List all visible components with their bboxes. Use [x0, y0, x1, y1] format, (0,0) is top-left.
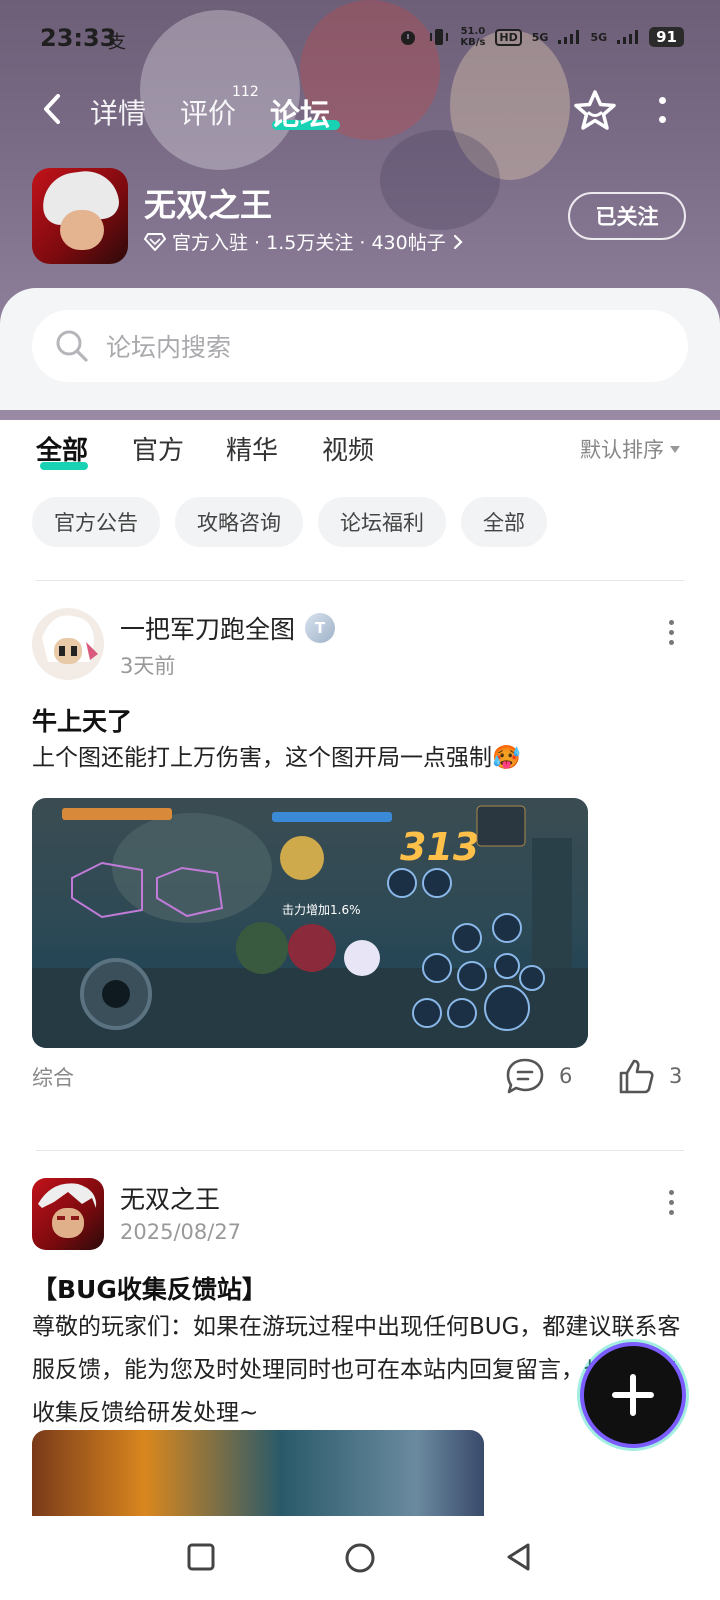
post-author[interactable]: 一把军刀跑全图 T	[120, 610, 336, 646]
caret-down-icon	[670, 445, 680, 453]
status-bar: 23:33 支 51.0 KB/s HD 5G 5G 91	[0, 22, 720, 62]
banner-art-blob	[380, 130, 500, 230]
search-icon	[56, 330, 88, 362]
post-card[interactable]: 无双之王 2025/08/27 【BUG收集反馈站】 尊敬的玩家们：如果在游玩过…	[0, 1150, 720, 1516]
like-icon	[619, 1059, 654, 1094]
post-title: 【BUG收集反馈站】	[32, 1275, 267, 1304]
post-image[interactable]	[32, 1430, 484, 1516]
user-level-badge: T	[305, 613, 336, 643]
chevron-right-icon	[453, 234, 463, 249]
search-input[interactable]: 论坛内搜索	[32, 310, 688, 382]
follow-button[interactable]: 已关注	[568, 192, 686, 240]
reviews-count-badge: 112	[232, 84, 259, 100]
new-post-button[interactable]	[580, 1342, 686, 1448]
category-chips: 官方公告 攻略咨询 论坛福利 全部	[32, 497, 547, 547]
chip-guide-questions[interactable]: 攻略咨询	[175, 497, 303, 547]
comment-count-value: 6	[559, 1064, 573, 1088]
post-more-icon[interactable]	[666, 620, 676, 650]
game-title: 无双之王	[144, 186, 273, 224]
tab-details[interactable]: 详情	[90, 92, 146, 132]
net-speed: 51.0 KB/s	[460, 26, 486, 48]
triangle-back-icon[interactable]	[504, 1542, 534, 1572]
search-placeholder: 论坛内搜索	[106, 333, 232, 362]
avatar[interactable]	[32, 608, 104, 680]
like-count[interactable]: 3	[617, 1057, 682, 1095]
tab-reviews[interactable]: 评价	[180, 92, 236, 132]
signal-bars-icon	[617, 30, 639, 44]
system-nav-bar	[0, 1516, 720, 1600]
star-icon[interactable]	[572, 88, 618, 134]
hd-badge: HD	[495, 28, 522, 46]
status-icons: 51.0 KB/s HD 5G 5G 91	[398, 26, 684, 48]
post-time: 3天前	[120, 654, 176, 678]
diamond-icon	[144, 232, 166, 251]
svg-text:313: 313	[400, 825, 479, 869]
more-icon[interactable]	[655, 94, 669, 130]
post-title: 牛上天了	[32, 707, 133, 736]
post-more-icon[interactable]	[666, 1190, 676, 1220]
filter-tab-video[interactable]: 视频	[322, 430, 374, 467]
avatar[interactable]	[32, 1178, 104, 1250]
chip-official-notice[interactable]: 官方公告	[32, 497, 160, 547]
vibrate-icon	[430, 29, 449, 45]
alarm-icon	[401, 31, 416, 45]
signal-5g-2: 5G	[590, 30, 608, 44]
like-count-value: 3	[669, 1064, 683, 1088]
filter-tabs: 全部 官方 精华 视频 默认排序	[0, 430, 720, 490]
chip-forum-welfare[interactable]: 论坛福利	[318, 497, 446, 547]
chip-all[interactable]: 全部	[461, 497, 547, 547]
alipay-icon: 支	[108, 32, 126, 53]
comment-count[interactable]: 6	[505, 1057, 572, 1095]
search-sheet: 论坛内搜索	[0, 288, 720, 410]
post-body: 上个图还能打上万伤害，这个图开局一点强制🥵	[32, 745, 521, 771]
back-icon[interactable]	[38, 92, 68, 126]
status-time: 23:33	[40, 24, 117, 52]
filter-tab-featured[interactable]: 精华	[226, 430, 278, 467]
svg-text:击力增加1.6%: 击力增加1.6%	[282, 903, 361, 917]
sort-dropdown[interactable]: 默认排序	[580, 434, 680, 464]
tab-forum[interactable]: 论坛	[270, 90, 330, 134]
signal-5g-1: 5G	[531, 30, 549, 44]
filter-tab-all[interactable]: 全部	[36, 430, 88, 467]
post-card[interactable]: 一把军刀跑全图 T 3天前 牛上天了 上个图还能打上万伤害，这个图开局一点强制🥵…	[0, 580, 720, 1150]
game-meta-text: 官方入驻 · 1.5万关注 · 430帖子	[172, 232, 446, 254]
game-app-icon	[32, 168, 128, 264]
author-name[interactable]: 无双之王	[120, 1180, 220, 1216]
square-icon[interactable]	[186, 1542, 216, 1572]
author-name: 一把军刀跑全图	[120, 615, 296, 644]
circle-icon[interactable]	[344, 1542, 376, 1574]
battery-indicator: 91	[649, 27, 684, 47]
plus-icon	[612, 1374, 654, 1416]
sort-label: 默认排序	[580, 438, 664, 462]
post-image[interactable]: 313 击力增加1.6%	[32, 798, 588, 1048]
comment-icon	[506, 1058, 544, 1094]
post-tag[interactable]: 综合	[32, 1062, 74, 1092]
filter-tab-official[interactable]: 官方	[132, 430, 184, 467]
post-time: 2025/08/27	[120, 1220, 242, 1244]
signal-bars-icon	[558, 30, 580, 44]
game-meta[interactable]: 官方入驻 · 1.5万关注 · 430帖子	[144, 228, 464, 255]
